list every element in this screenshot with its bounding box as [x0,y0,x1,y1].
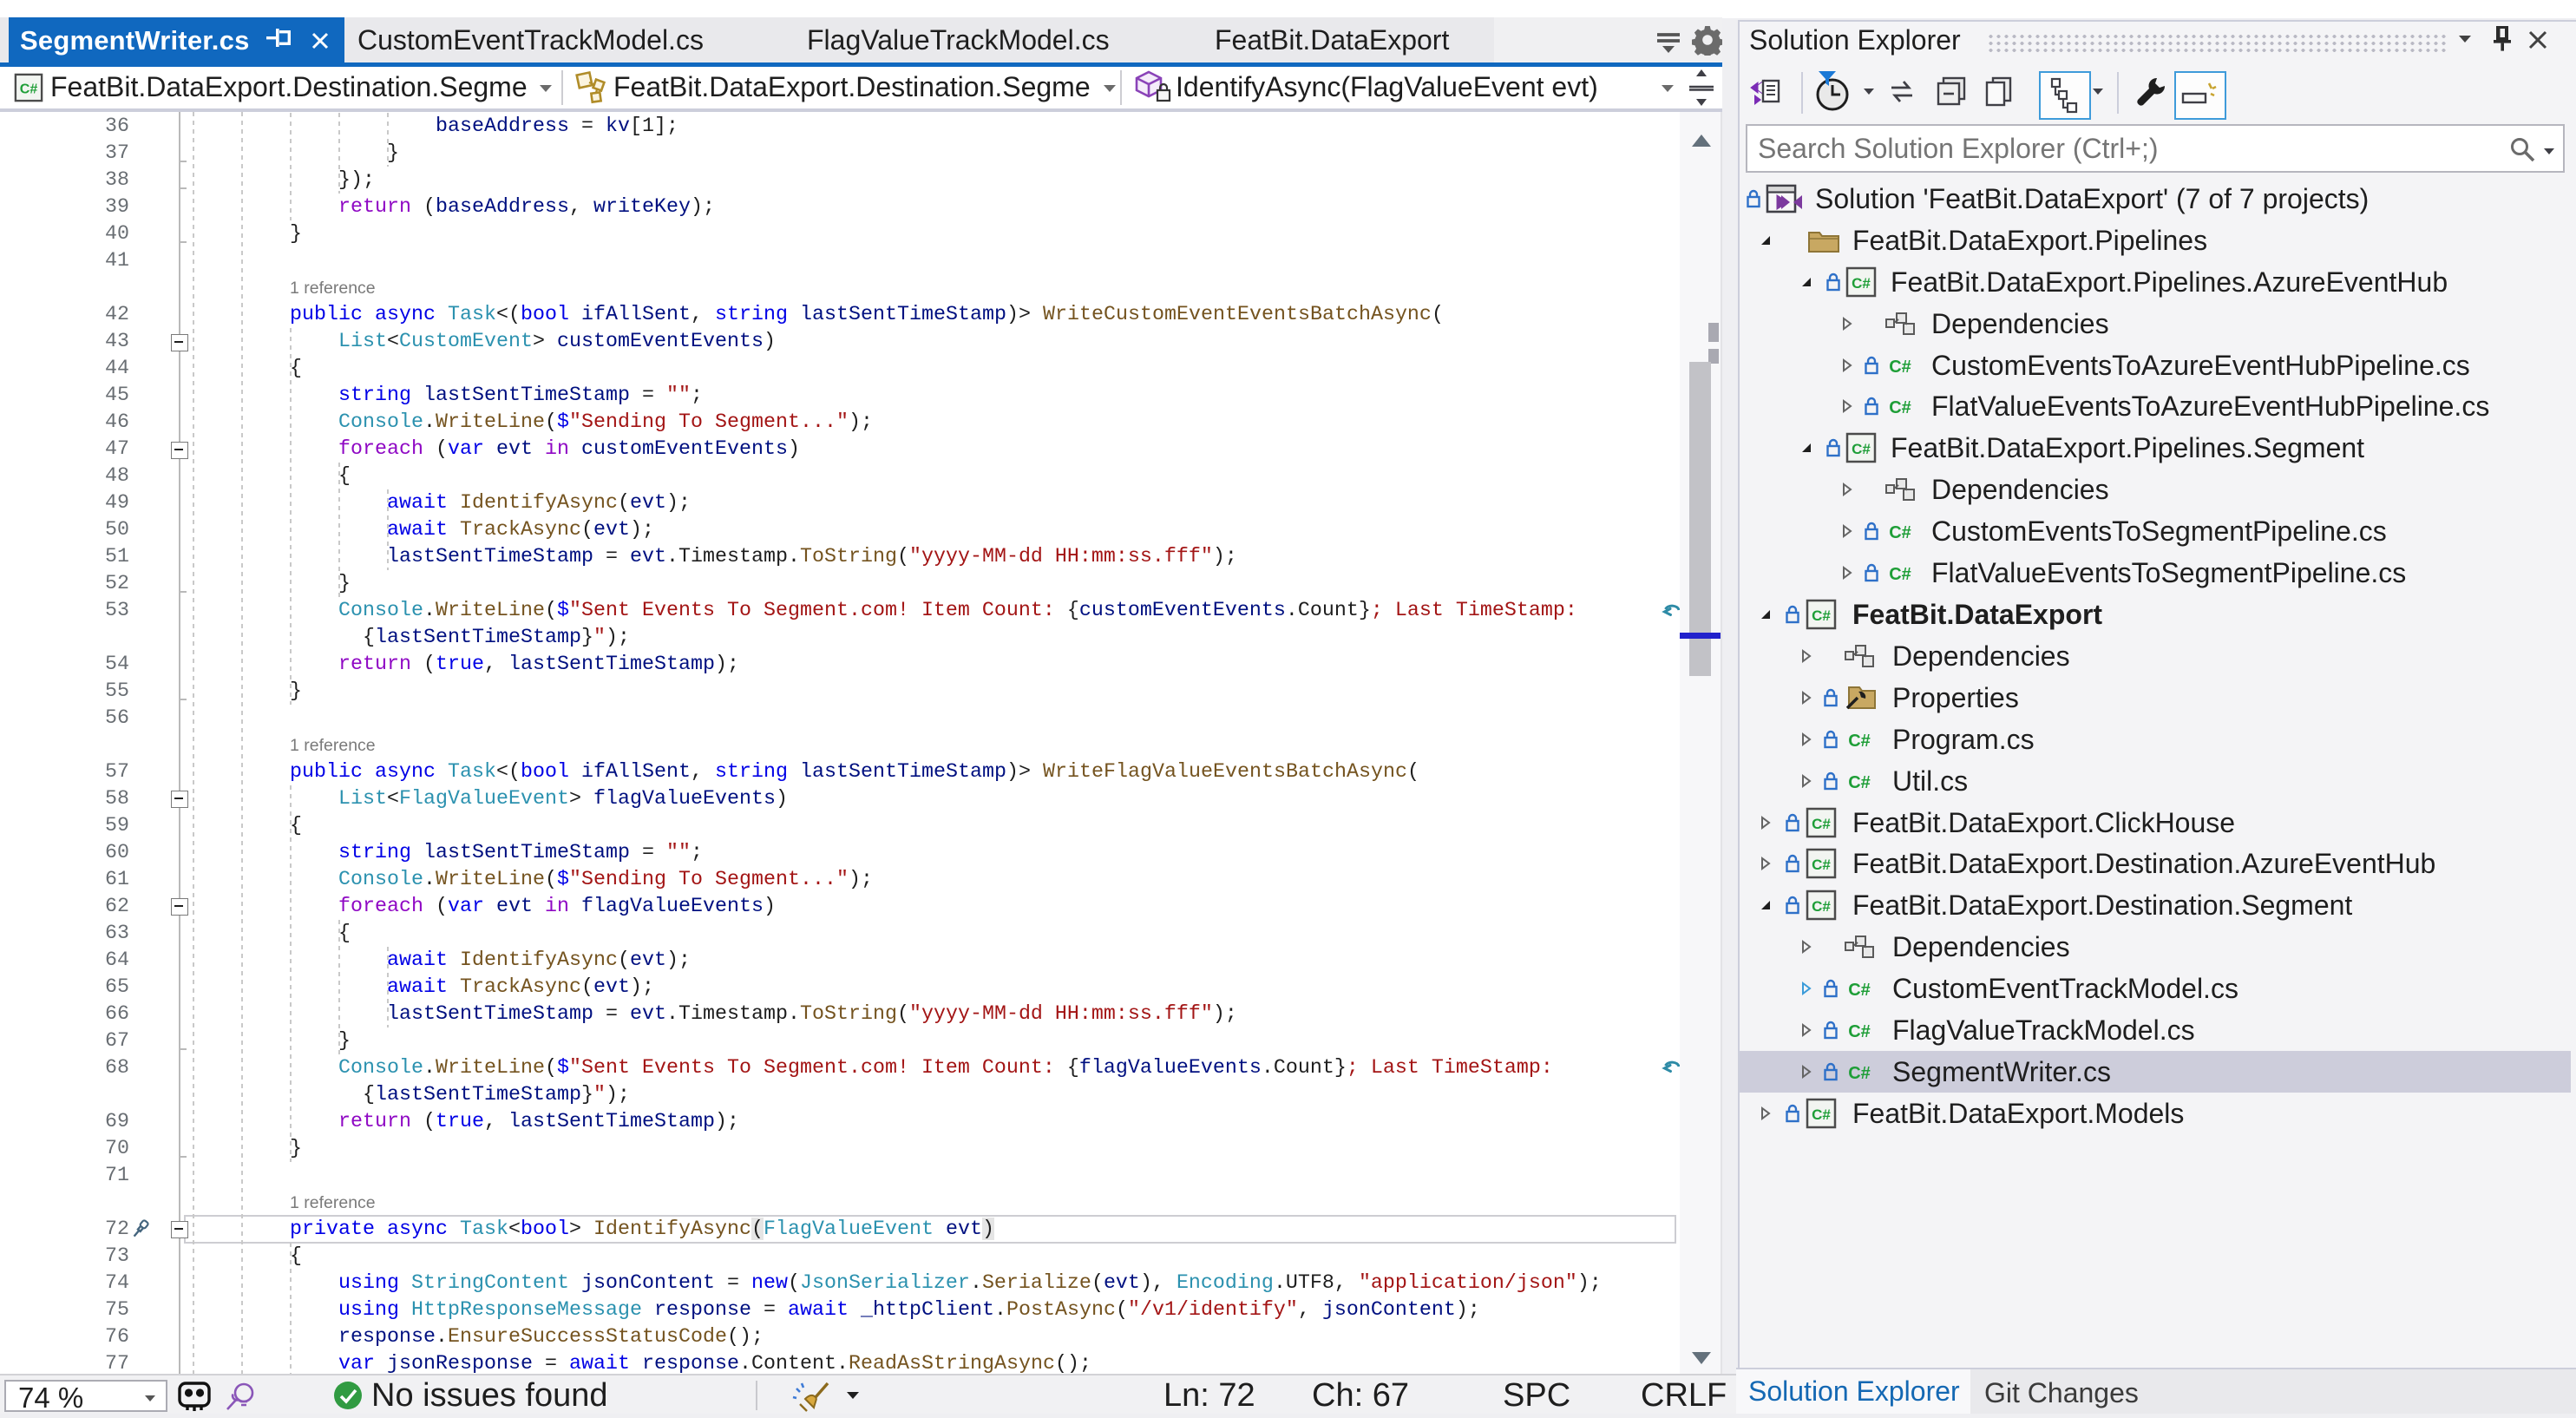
svg-text:C#: C# [20,82,38,97]
